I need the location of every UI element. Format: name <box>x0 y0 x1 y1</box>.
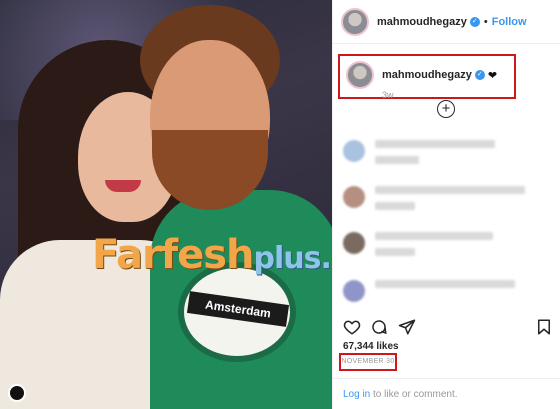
blurred-comment <box>343 232 493 264</box>
post-header: mahmoudhegazy ✓ • Follow <box>333 0 560 44</box>
post-side-panel: mahmoudhegazy ✓ • Follow mahmoudhegazy ✓… <box>332 0 560 409</box>
share-icon[interactable] <box>398 318 416 336</box>
follow-button[interactable]: Follow <box>492 16 527 28</box>
post-date[interactable]: NOVEMBER 30 <box>339 353 397 371</box>
caption-verified-badge-icon: ✓ <box>474 70 485 80</box>
post-photo[interactable]: Amsterdam Farfeshplus.com <box>0 0 332 409</box>
like-count[interactable]: 67,344 likes <box>343 341 399 352</box>
blurred-comment <box>343 280 515 302</box>
blurred-comment <box>343 186 525 218</box>
caption-highlight: mahmoudhegazy ✓ ❤ 3w <box>338 54 516 100</box>
comment-icon[interactable] <box>370 318 388 336</box>
plus-circle-icon[interactable]: + <box>437 100 455 118</box>
avatar[interactable] <box>341 7 369 36</box>
watermark-part1: Farfesh <box>92 232 255 278</box>
login-prompt: Log in to like or comment. <box>333 378 560 409</box>
comment-avatar <box>343 232 365 254</box>
caption-heart-emoji: ❤ <box>487 69 498 82</box>
separator-dot: • <box>483 15 488 28</box>
comment-avatar <box>343 280 365 302</box>
watermark-part2: plus.com <box>253 241 332 276</box>
bookmark-icon[interactable] <box>535 318 553 336</box>
login-link[interactable]: Log in <box>343 389 370 400</box>
login-suffix: to like or comment. <box>370 389 458 400</box>
caption-avatar[interactable] <box>346 61 374 89</box>
heart-icon[interactable] <box>343 318 361 336</box>
watermark-logo: Farfeshplus.com <box>92 232 332 280</box>
caption-username[interactable]: mahmoudhegazy <box>382 69 472 81</box>
comment-avatar <box>343 140 365 162</box>
username-link[interactable]: mahmoudhegazy <box>377 16 467 28</box>
verified-badge-icon: ✓ <box>469 16 480 27</box>
user-tag-icon[interactable] <box>8 384 26 402</box>
caption-row: mahmoudhegazy ✓ ❤ <box>346 61 508 89</box>
instagram-post: Amsterdam Farfeshplus.com mahmoudhegazy … <box>0 0 560 409</box>
comment-avatar <box>343 186 365 208</box>
blurred-comment <box>343 140 495 172</box>
action-bar <box>343 318 553 338</box>
caption-time-ago[interactable]: 3w <box>382 90 508 100</box>
